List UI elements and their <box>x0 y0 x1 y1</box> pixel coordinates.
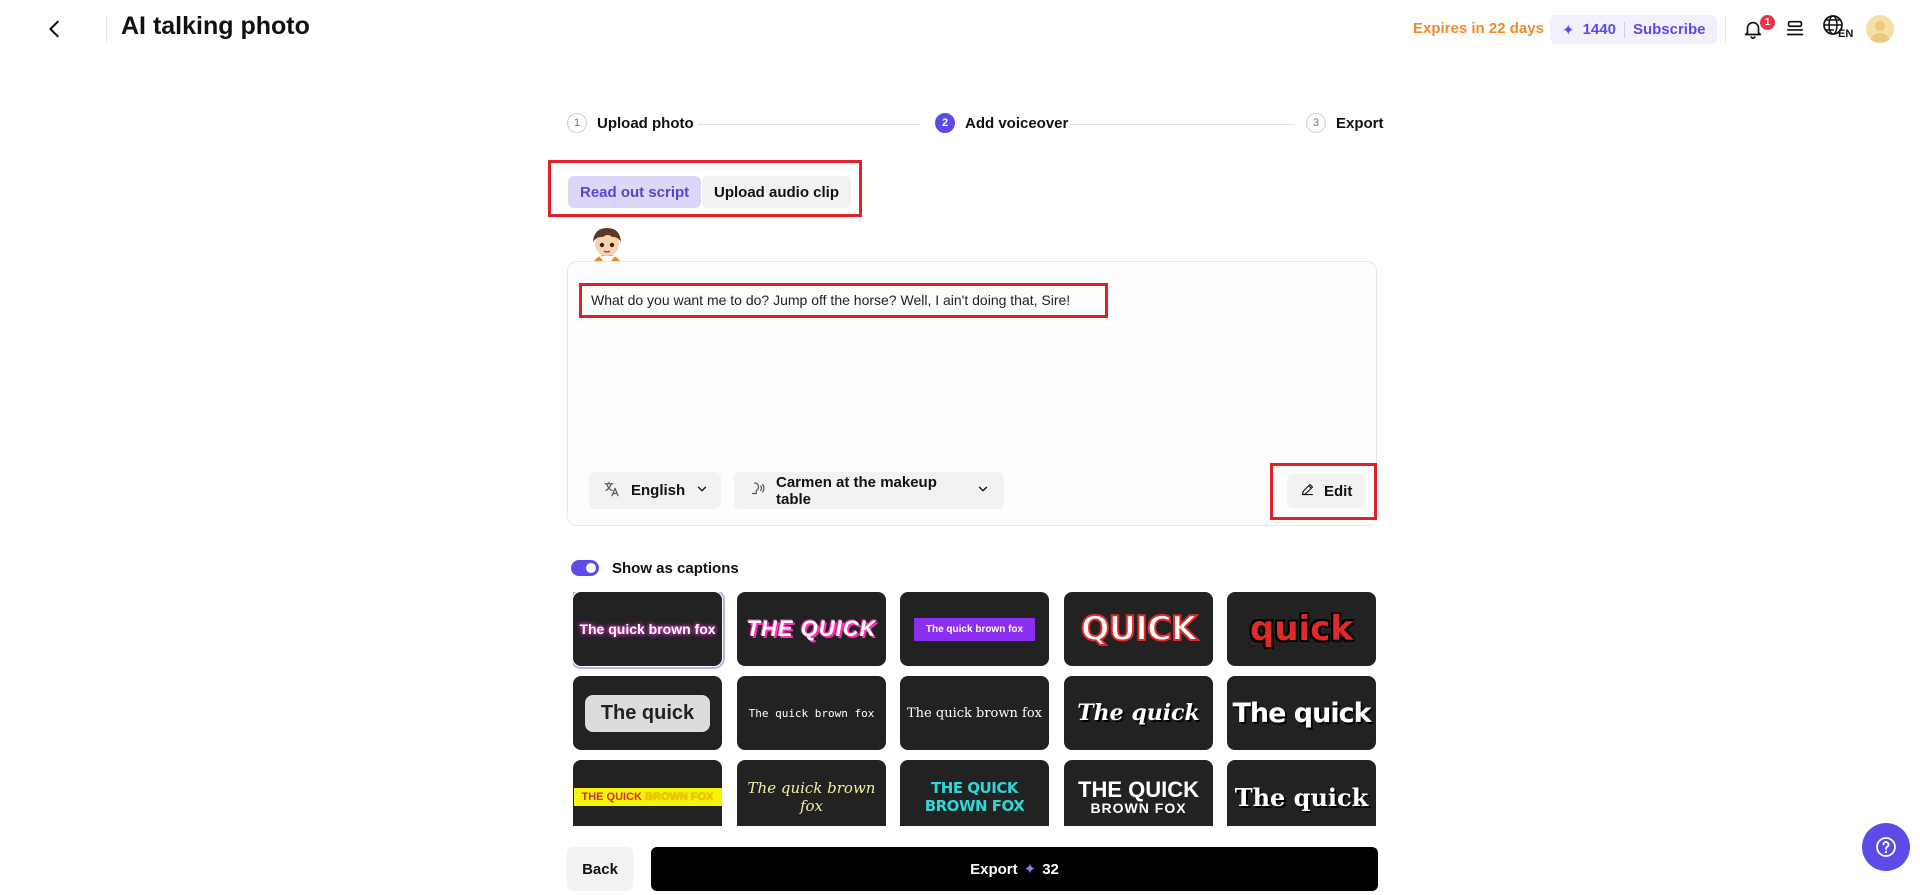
step-number: 2 <box>935 113 955 133</box>
pill-separator <box>1623 21 1625 38</box>
caption-style-grid: The quick brown fox THE QUICK The quick … <box>573 592 1378 826</box>
caption-style-1[interactable]: The quick brown fox <box>573 592 725 669</box>
tab-read-out-script[interactable]: Read out script <box>568 176 702 208</box>
caption-style-11[interactable]: THE QUICK BROWN FOX <box>573 760 722 826</box>
chevron-down-icon <box>695 482 709 500</box>
caption-preview: The quick brown fox <box>748 706 875 720</box>
chevron-down-icon <box>976 482 990 500</box>
script-textarea[interactable]: What do you want me to do? Jump off the … <box>591 292 1070 308</box>
language-dropdown[interactable]: English <box>589 472 721 509</box>
caption-style-2[interactable]: THE QUICK <box>737 592 886 666</box>
caption-preview-line: BROWN FOX <box>1090 800 1187 816</box>
caption-preview: The quick brown fox <box>747 779 876 815</box>
back-arrow-icon[interactable] <box>40 14 70 44</box>
step-label: Upload photo <box>597 114 694 132</box>
caption-style-4[interactable]: QUICK <box>1064 592 1213 666</box>
captions-toggle-label: Show as captions <box>612 560 739 577</box>
caption-preview: THE QUICK BROWN FOX <box>573 788 722 806</box>
export-cost: 32 <box>1042 860 1059 878</box>
subscribe-link[interactable]: Subscribe <box>1633 21 1706 38</box>
language-value: English <box>631 482 686 499</box>
caption-style-13[interactable]: THE QUICK BROWN FOX <box>900 760 1049 826</box>
caption-style-14[interactable]: THE QUICK BROWN FOX <box>1064 760 1213 826</box>
voice-dropdown[interactable]: Carmen at the makeup table <box>734 472 1004 509</box>
caption-preview: THE QUICK BROWN FOX <box>924 779 1025 815</box>
expires-notice: Expires in 22 days <box>1413 20 1544 37</box>
edit-label: Edit <box>1324 482 1353 500</box>
caption-preview: The quick brown fox <box>913 617 1036 641</box>
header-divider <box>106 16 107 42</box>
caption-preview: The quick <box>1232 697 1371 729</box>
globe-icon[interactable]: EN <box>1822 14 1854 44</box>
language-code: EN <box>1838 28 1854 40</box>
export-button[interactable]: Export ✦ 32 <box>651 847 1378 891</box>
caption-preview-part: BROWN FOX <box>642 791 714 803</box>
page-title: AI talking photo <box>121 12 310 40</box>
caption-style-7[interactable]: The quick brown fox <box>737 676 886 750</box>
caption-preview: QUICK <box>1080 608 1198 650</box>
back-button[interactable]: Back <box>567 847 633 891</box>
help-icon[interactable] <box>1862 823 1910 871</box>
export-label: Export <box>970 860 1018 878</box>
step-upload-photo: 1 Upload photo <box>567 113 694 133</box>
credits-pill[interactable]: ✦ 1440 Subscribe <box>1550 15 1718 44</box>
step-number: 3 <box>1306 113 1326 133</box>
caption-style-15[interactable]: The quick <box>1227 760 1376 826</box>
sparkle-icon: ✦ <box>1562 21 1575 39</box>
voice-value: Carmen at the makeup table <box>776 473 937 508</box>
caption-preview: The quick <box>1077 700 1200 726</box>
tab-upload-audio-clip[interactable]: Upload audio clip <box>702 176 852 208</box>
caption-style-12[interactable]: The quick brown fox <box>737 760 886 826</box>
caption-style-10[interactable]: The quick <box>1227 676 1376 750</box>
caption-preview: The quick brown fox <box>907 705 1042 721</box>
toggle-knob <box>586 563 596 573</box>
step-export: 3 Export <box>1306 113 1384 133</box>
pencil-icon <box>1300 482 1315 501</box>
caption-preview-part: THE QUICK <box>581 791 643 803</box>
step-label: Add voiceover <box>965 114 1069 132</box>
step-label: Export <box>1336 114 1384 132</box>
caption-preview: THE QUICK BROWN FOX <box>1078 777 1199 816</box>
avatar[interactable] <box>1866 15 1894 43</box>
notification-badge: 1 <box>1760 15 1775 30</box>
step-number: 1 <box>567 113 587 133</box>
credit-count: 1440 <box>1582 21 1616 38</box>
captions-toggle[interactable] <box>571 560 599 576</box>
caption-preview-line: THE QUICK <box>1078 777 1199 802</box>
layers-icon[interactable] <box>1780 14 1810 44</box>
step-connector <box>698 124 920 125</box>
caption-preview: THE QUICK <box>746 616 877 641</box>
sparkle-icon: ✦ <box>1023 861 1037 878</box>
caption-style-5[interactable]: quick <box>1227 592 1376 666</box>
translate-icon <box>603 480 621 502</box>
caption-preview: quick <box>1250 609 1353 649</box>
caption-style-9[interactable]: The quick <box>1064 676 1213 750</box>
caption-preview: The quick <box>1234 782 1369 812</box>
edit-button[interactable]: Edit <box>1287 474 1366 508</box>
step-connector <box>1070 124 1295 125</box>
caption-preview: The quick brown fox <box>579 621 716 637</box>
caption-style-8[interactable]: The quick brown fox <box>900 676 1049 750</box>
caption-style-6[interactable]: The quick <box>573 676 722 750</box>
caption-style-3[interactable]: The quick brown fox <box>900 592 1049 666</box>
step-add-voiceover: 2 Add voiceover <box>935 113 1068 133</box>
caption-preview: The quick <box>584 694 711 732</box>
header-separator <box>1725 16 1726 42</box>
voice-icon <box>748 480 766 502</box>
